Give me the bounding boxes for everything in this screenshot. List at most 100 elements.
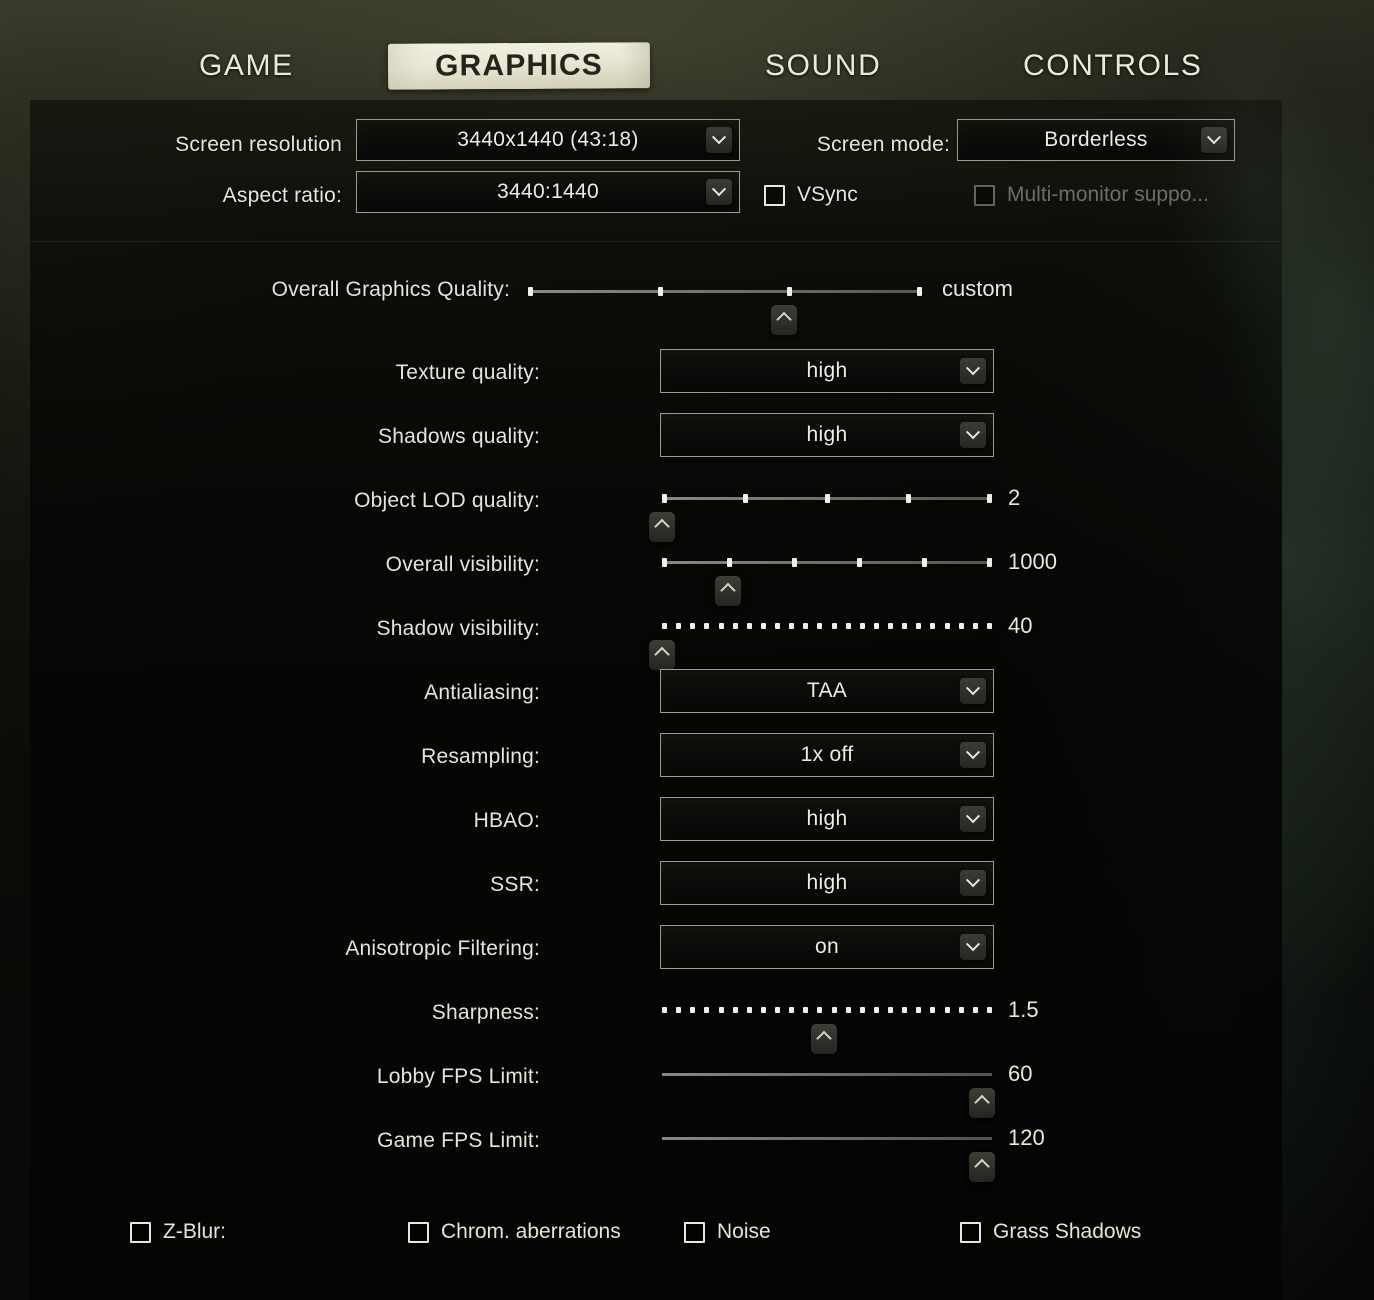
slider-track[interactable]	[662, 1137, 992, 1140]
slider-tick	[817, 623, 823, 629]
chevron-down-icon[interactable]	[1201, 127, 1227, 153]
overall-visibility-value: 1000	[1008, 549, 1057, 574]
chevron-down-icon[interactable]	[960, 358, 986, 384]
slider-handle[interactable]	[969, 1152, 996, 1182]
slider-tick	[972, 1007, 978, 1013]
checkbox-box[interactable]	[684, 1221, 705, 1243]
ssr-select[interactable]: high	[660, 861, 994, 905]
chevron-down-icon[interactable]	[960, 422, 986, 448]
slider-track[interactable]	[528, 290, 922, 293]
slider-tick	[760, 1007, 766, 1013]
slider-tick	[528, 287, 533, 296]
tab-graphics[interactable]: GRAPHICS	[387, 42, 651, 90]
resampling-select[interactable]: 1x off	[660, 733, 994, 777]
slider-tick	[845, 1007, 851, 1013]
anisotropic-filtering-value: on	[815, 935, 839, 958]
overall-graphics-quality-value: custom	[942, 276, 1013, 301]
slider-tick	[727, 558, 732, 567]
slider-tick	[704, 1007, 710, 1013]
texture-quality-label: Texture quality:	[395, 361, 540, 384]
slider-tick	[718, 1007, 724, 1013]
chevron-down-icon[interactable]	[960, 678, 986, 704]
slider-tick	[676, 1007, 682, 1013]
checkbox-box[interactable]	[960, 1221, 981, 1243]
slider-track[interactable]	[662, 1007, 992, 1013]
slider-tick	[662, 623, 667, 629]
slider-tick	[803, 623, 809, 629]
slider-tick	[817, 1007, 823, 1013]
screen-resolution-select[interactable]: 3440x1440 (43:18)	[356, 119, 740, 161]
slider-tick	[657, 287, 663, 296]
z-blur-label: Z-Blur:	[163, 1220, 226, 1243]
slider-tick	[803, 1007, 809, 1013]
slider-track[interactable]	[662, 623, 992, 629]
slider-tick	[676, 623, 682, 629]
hbao-select[interactable]: high	[660, 797, 994, 841]
slider-tick	[930, 623, 936, 629]
slider-handle[interactable]	[810, 1024, 837, 1054]
checkbox-box[interactable]	[764, 184, 785, 206]
slider-tick	[787, 287, 793, 296]
slider-tick	[922, 558, 927, 567]
slider-handle[interactable]	[715, 576, 741, 606]
anisotropic-filtering-label: Anisotropic Filtering:	[345, 937, 540, 960]
hbao-value: high	[806, 807, 848, 830]
antialiasing-select[interactable]: TAA	[660, 669, 994, 713]
chevron-down-icon[interactable]	[706, 127, 732, 153]
slider-tick	[746, 1007, 752, 1013]
slider-tick	[859, 1007, 865, 1013]
chevron-down-icon[interactable]	[706, 179, 732, 205]
slider-track[interactable]	[662, 1073, 992, 1076]
noise-label: Noise	[717, 1220, 771, 1243]
screen-mode-select[interactable]: Borderless	[957, 119, 1235, 161]
slider-handle[interactable]	[969, 1088, 996, 1118]
slider-handle[interactable]	[649, 512, 675, 542]
slider-tick	[916, 1007, 922, 1013]
slider-tick	[987, 558, 992, 567]
slider-tick	[905, 494, 911, 503]
overall-graphics-quality-label: Overall Graphics Quality:	[271, 278, 510, 301]
chevron-down-icon[interactable]	[960, 870, 986, 896]
chrom-aberrations-label: Chrom. aberrations	[441, 1220, 621, 1243]
slider-track[interactable]	[662, 561, 992, 564]
shadow-visibility-label: Shadow visibility:	[376, 617, 540, 640]
slider-tick	[930, 1007, 936, 1013]
texture-quality-select[interactable]: high	[660, 349, 994, 393]
chrom-aberrations-checkbox[interactable]: Chrom. aberrations	[408, 1220, 621, 1244]
tab-game[interactable]: GAME	[185, 43, 308, 89]
checkbox-box[interactable]	[408, 1221, 429, 1243]
slider-handle[interactable]	[649, 640, 675, 670]
shadow-visibility-value: 40	[1008, 613, 1033, 638]
shadows-quality-select[interactable]: high	[660, 413, 994, 457]
checkbox-box	[974, 184, 995, 206]
sharpness-value: 1.5	[1008, 997, 1039, 1022]
anisotropic-filtering-select[interactable]: on	[660, 925, 994, 969]
antialiasing-label: Antialiasing:	[424, 681, 540, 704]
screen-resolution-value: 3440x1440 (43:18)	[457, 128, 639, 151]
slider-tick	[873, 1007, 879, 1013]
checkbox-box[interactable]	[130, 1221, 151, 1243]
graphics-settings-panel: Screen resolution 3440x1440 (43:18) Aspe…	[30, 100, 1282, 1300]
antialiasing-value: TAA	[806, 679, 848, 702]
tab-controls[interactable]: CONTROLS	[1009, 43, 1217, 89]
grass-shadows-checkbox[interactable]: Grass Shadows	[960, 1220, 1141, 1244]
display-section: Screen resolution 3440x1440 (43:18) Aspe…	[30, 100, 1282, 242]
tab-sound[interactable]: SOUND	[751, 43, 895, 89]
slider-tick	[746, 623, 752, 629]
aspect-ratio-select[interactable]: 3440:1440	[356, 171, 740, 213]
slider-handle[interactable]	[771, 305, 798, 335]
vsync-checkbox[interactable]: VSync	[764, 183, 858, 207]
slider-tick	[775, 1007, 781, 1013]
chevron-down-icon[interactable]	[960, 934, 986, 960]
z-blur-checkbox[interactable]: Z-Blur:	[130, 1220, 226, 1244]
noise-checkbox[interactable]: Noise	[684, 1220, 771, 1244]
aspect-ratio-label: Aspect ratio:	[222, 184, 342, 207]
chevron-down-icon[interactable]	[960, 806, 986, 832]
slider-tick	[873, 623, 879, 629]
aspect-ratio-value: 3440:1440	[497, 180, 599, 203]
texture-quality-value: high	[806, 359, 848, 382]
slider-tick	[690, 1007, 696, 1013]
chevron-down-icon[interactable]	[960, 742, 986, 768]
slider-tick	[987, 494, 992, 503]
slider-tick	[743, 494, 749, 503]
